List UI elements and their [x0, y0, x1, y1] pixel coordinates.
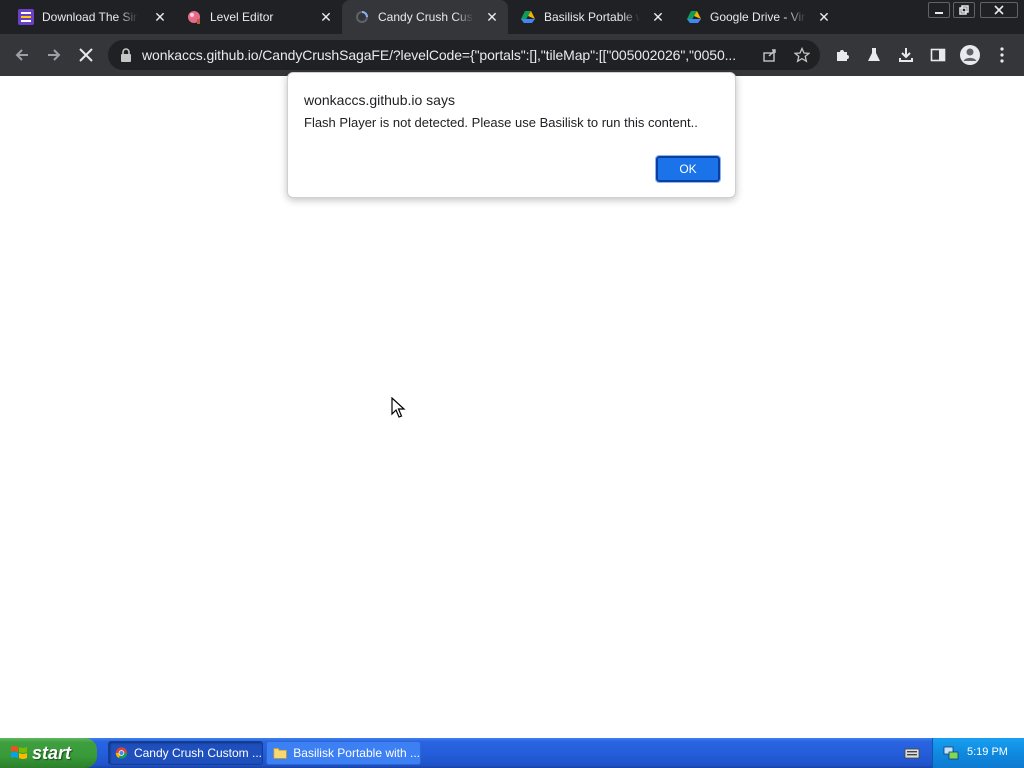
profile-avatar-icon[interactable] [958, 43, 982, 67]
tab-close-icon[interactable]: ✕ [318, 9, 334, 25]
system-tray: 5:19 PM [932, 738, 1024, 768]
tool-favicon-icon [18, 9, 34, 25]
tab-google-drive-virus[interactable]: Google Drive - Virus ✕ [686, 0, 832, 34]
download-icon[interactable] [896, 45, 916, 65]
mouse-pointer-icon [391, 397, 406, 418]
browser-toolbar: wonkaccs.github.io/CandyCrushSagaFE/?lev… [0, 34, 1024, 76]
tab-title: Level Editor [210, 10, 274, 24]
start-label: start [32, 742, 72, 763]
network-tray-icon[interactable] [942, 744, 960, 762]
alert-dialog: wonkaccs.github.io says Flash Player is … [287, 72, 736, 198]
address-bar-url[interactable]: wonkaccs.github.io/CandyCrushSagaFE/?lev… [142, 47, 754, 63]
close-window-button[interactable] [980, 2, 1018, 18]
address-bar[interactable]: wonkaccs.github.io/CandyCrushSagaFE/?lev… [108, 40, 820, 70]
tab-download-the-simple[interactable]: Download The Simple ✕ [18, 0, 168, 34]
tab-close-icon[interactable]: ✕ [152, 9, 168, 25]
tab-level-editor[interactable]: Level Editor ✕ [186, 0, 334, 34]
tab-title: Google Drive - Virus [710, 10, 806, 24]
taskbar-item-label: Basilisk Portable with ... [293, 746, 420, 760]
windows-taskbar: start Candy Crush Custom ... Basilisk Po… [0, 738, 1024, 768]
taskbar-item-chrome[interactable]: Candy Crush Custom ... [108, 741, 263, 765]
keyboard-tray-icon[interactable] [904, 746, 920, 760]
lock-icon[interactable] [116, 45, 136, 65]
tab-close-icon[interactable]: ✕ [816, 9, 832, 25]
folder-icon [273, 748, 287, 759]
bookmark-star-icon[interactable] [792, 45, 812, 65]
side-panel-icon[interactable] [928, 45, 948, 65]
tab-title: Candy Crush Custom [378, 10, 474, 24]
google-drive-favicon-icon [520, 9, 536, 25]
tab-candy-crush-custom[interactable]: Candy Crush Custom ✕ [342, 0, 508, 34]
share-icon[interactable] [760, 45, 780, 65]
tab-strip: Download The Simple ✕ Level Editor ✕ Can… [0, 0, 1024, 34]
tab-close-icon[interactable]: ✕ [484, 9, 500, 25]
minimize-window-button[interactable] [928, 2, 950, 18]
labs-flask-icon[interactable] [864, 45, 884, 65]
menu-kebab-icon[interactable] [992, 45, 1012, 65]
stop-loading-icon[interactable] [74, 43, 98, 67]
taskbar-clock: 5:19 PM [967, 746, 1008, 758]
chrome-icon [115, 747, 128, 759]
windows-flag-icon [11, 746, 27, 759]
extensions-puzzle-icon[interactable] [832, 45, 852, 65]
tab-close-icon[interactable]: ✕ [650, 9, 666, 25]
restore-window-button[interactable] [953, 2, 975, 18]
start-button[interactable]: start [0, 738, 97, 768]
taskbar-item-label: Candy Crush Custom ... [133, 746, 262, 760]
dialog-title: wonkaccs.github.io says [304, 92, 455, 108]
tab-title: Download The Simple [42, 10, 138, 24]
tab-title: Basilisk Portable with [544, 10, 640, 24]
back-arrow-icon[interactable] [10, 43, 34, 67]
dialog-message: Flash Player is not detected. Please use… [304, 115, 698, 130]
tab-basilisk-portable[interactable]: Basilisk Portable with ✕ [520, 0, 666, 34]
google-drive-favicon-icon [686, 9, 702, 25]
taskbar-item-folder[interactable]: Basilisk Portable with ... [266, 741, 421, 765]
forward-arrow-icon[interactable] [42, 43, 66, 67]
candy-favicon-icon [186, 9, 202, 25]
loading-favicon-icon [354, 9, 370, 25]
ok-button[interactable]: OK [655, 155, 721, 183]
